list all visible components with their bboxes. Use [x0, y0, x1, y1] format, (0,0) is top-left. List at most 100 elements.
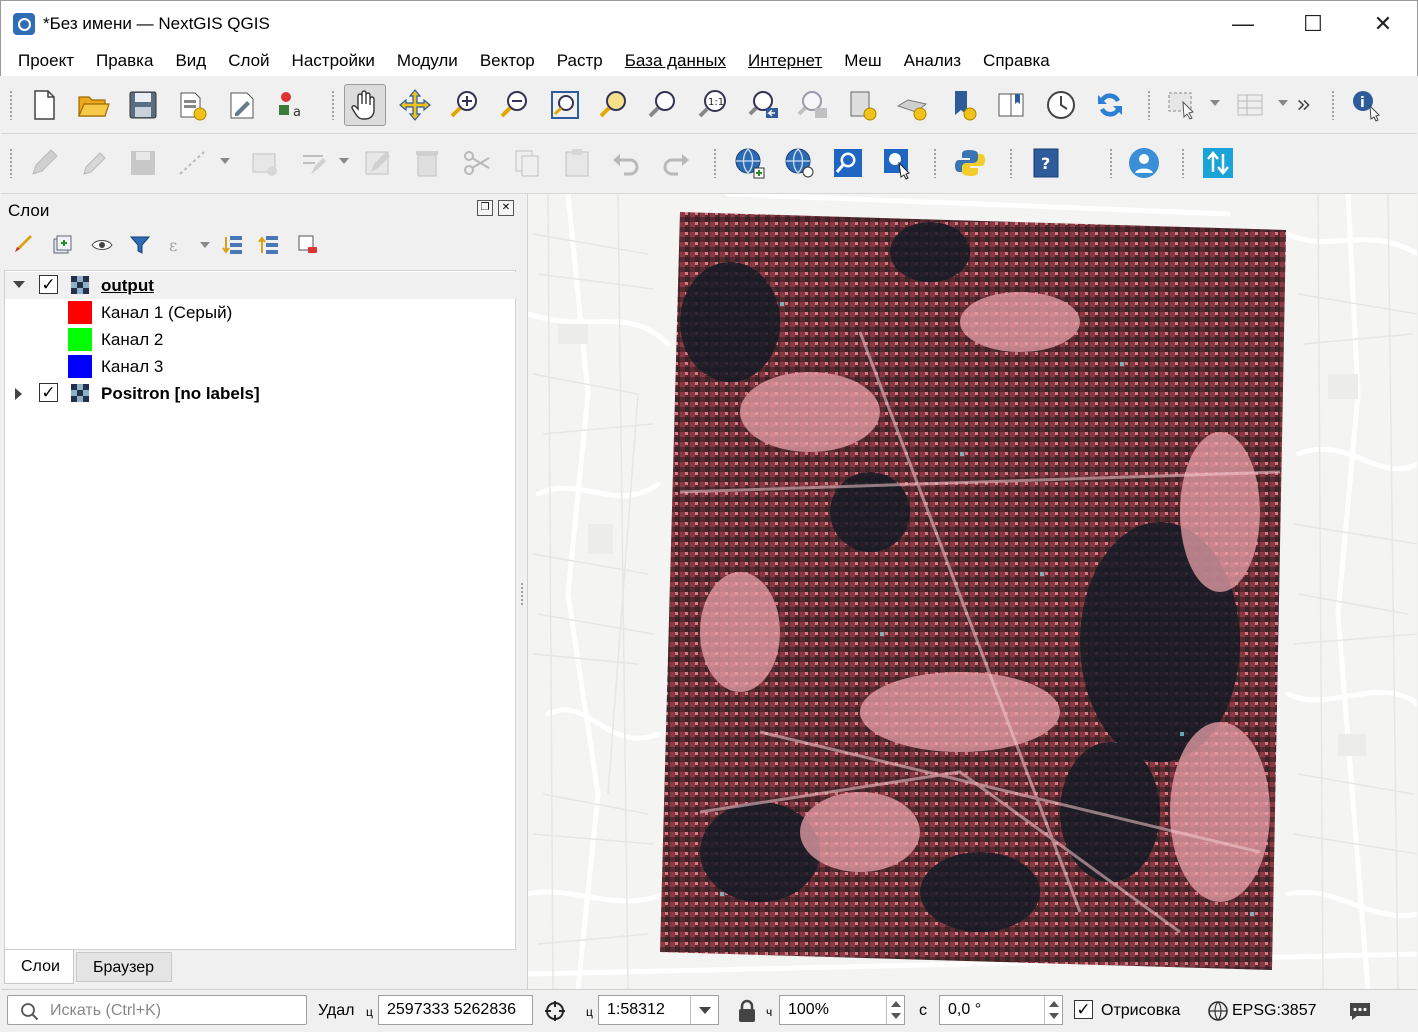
sync-updown-icon[interactable] [1197, 142, 1239, 184]
print-layout-icon[interactable] [221, 84, 263, 126]
maximize-button[interactable]: ☐ [1279, 1, 1347, 47]
collapse-arrow-icon[interactable] [13, 281, 25, 288]
menu-vector[interactable]: Вектор [469, 46, 546, 76]
tab-browser[interactable]: Браузер [76, 952, 172, 982]
quickmapservices-search-icon[interactable] [827, 142, 869, 184]
modify-attributes-icon[interactable] [293, 142, 335, 184]
expand-arrow-icon[interactable] [15, 388, 22, 400]
refresh-icon[interactable] [1089, 84, 1131, 126]
new-project-icon[interactable] [23, 84, 65, 126]
menu-help[interactable]: Справка [972, 46, 1061, 76]
save-edits-icon[interactable] [122, 142, 164, 184]
menu-project[interactable]: Проект [7, 46, 85, 76]
menu-analysis[interactable]: Анализ [893, 46, 972, 76]
new-bookmark-icon[interactable] [841, 84, 883, 126]
menu-settings[interactable]: Настройки [281, 46, 386, 76]
magnifier-spinbox[interactable]: 100% [779, 995, 905, 1025]
select-dropdown-arrow[interactable] [1210, 100, 1220, 106]
manage-map-themes-icon[interactable] [87, 230, 117, 260]
zoom-next-icon[interactable] [791, 84, 833, 126]
pan-hand-icon[interactable] [344, 84, 386, 126]
table-dropdown-arrow[interactable] [1278, 100, 1288, 106]
zoom-full-icon[interactable] [544, 84, 586, 126]
menu-mesh[interactable]: Меш [833, 46, 892, 76]
modify-dropdown-arrow[interactable] [339, 158, 349, 164]
zoom-to-layer-icon[interactable] [642, 84, 684, 126]
layer-visibility-checkbox[interactable]: ✓ [39, 275, 58, 294]
attribute-table-icon[interactable] [1229, 84, 1271, 126]
menu-web[interactable]: Интернет [737, 46, 833, 76]
rotation-spin-buttons[interactable] [1044, 996, 1062, 1024]
minimize-button[interactable]: — [1209, 1, 1277, 47]
python-console-icon[interactable] [949, 142, 991, 184]
toolbar-grip[interactable] [713, 148, 717, 178]
current-edits-icon[interactable] [23, 142, 65, 184]
digitize-line-icon[interactable] [171, 142, 213, 184]
collapse-all-icon[interactable] [255, 230, 285, 260]
locator-search-input[interactable]: Искать (Ctrl+K) [7, 995, 307, 1025]
zoom-native-icon[interactable]: 1:1 [692, 84, 734, 126]
paste-features-icon[interactable] [556, 142, 598, 184]
menu-edit[interactable]: Правка [85, 46, 164, 76]
bookmarks-book-icon[interactable] [990, 84, 1032, 126]
delete-selected-icon[interactable] [406, 142, 448, 184]
splitter-handle[interactable] [520, 582, 524, 606]
menu-view[interactable]: Вид [164, 46, 217, 76]
layer-row-output[interactable]: ✓ output [5, 272, 517, 299]
layer-row-positron[interactable]: ✓ Positron [no labels] [5, 380, 517, 407]
coordinate-field[interactable]: 2597333 5262836 [378, 995, 533, 1025]
filter-dropdown-arrow[interactable] [200, 242, 210, 248]
add-group-icon[interactable] [47, 230, 77, 260]
digitize-dropdown-arrow[interactable] [220, 158, 230, 164]
zoom-in-icon[interactable] [444, 84, 486, 126]
open-project-icon[interactable] [72, 84, 114, 126]
select-features-icon[interactable] [1161, 84, 1203, 126]
save-as-icon[interactable] [171, 84, 213, 126]
redo-icon[interactable] [655, 142, 697, 184]
style-manager-icon[interactable]: a [270, 84, 312, 126]
crs-label[interactable]: EPSG:3857 [1232, 1002, 1317, 1020]
filter-legend-icon[interactable] [125, 230, 155, 260]
remove-layer-icon[interactable] [293, 230, 323, 260]
toolbar-grip[interactable] [9, 90, 13, 120]
help-icon[interactable]: ? [1025, 142, 1067, 184]
zoom-to-selection-icon[interactable] [593, 84, 635, 126]
show-bookmarks-icon[interactable] [941, 84, 983, 126]
tab-layers[interactable]: Слои [4, 950, 74, 984]
layer-name[interactable]: Positron [no labels] [101, 384, 260, 404]
filter-expression-icon[interactable]: ε [163, 230, 193, 260]
scale-combo[interactable]: 1:58312 [598, 995, 719, 1025]
search-nextgis-layer-icon[interactable] [778, 142, 820, 184]
temporal-controller-icon[interactable] [1040, 84, 1082, 126]
toolbar-grip[interactable] [1109, 148, 1113, 178]
undo-icon[interactable] [605, 142, 647, 184]
spatial-bookmarks-icon[interactable] [891, 84, 933, 126]
scale-dropdown-arrow[interactable] [690, 996, 718, 1024]
zoom-out-icon[interactable] [494, 84, 536, 126]
layer-styling-icon[interactable] [9, 230, 39, 260]
map-canvas[interactable] [527, 194, 1417, 989]
panel-float-button[interactable]: ❐ [477, 200, 493, 216]
toolbar-grip[interactable] [1331, 90, 1335, 120]
toolbar-grip[interactable] [9, 148, 13, 178]
identify-features-icon[interactable]: i [1346, 84, 1388, 126]
pan-to-selection-icon[interactable] [394, 84, 436, 126]
layer-visibility-checkbox[interactable]: ✓ [39, 383, 58, 402]
save-project-icon[interactable] [122, 84, 164, 126]
edit-pencil-icon[interactable] [357, 142, 399, 184]
zoom-last-icon[interactable] [742, 84, 784, 126]
nextgis-account-icon[interactable] [1123, 142, 1165, 184]
panel-close-button[interactable]: ✕ [498, 200, 514, 216]
toolbar-grip[interactable] [933, 148, 937, 178]
identify-cursor-icon[interactable] [877, 142, 919, 184]
extents-toggle-icon[interactable] [542, 998, 568, 1024]
magnifier-spin-buttons[interactable] [886, 996, 904, 1024]
close-button[interactable]: ✕ [1349, 1, 1417, 47]
vertex-tool-icon[interactable] [244, 142, 286, 184]
toolbar-grip[interactable] [331, 90, 335, 120]
lock-scale-icon[interactable] [734, 998, 760, 1024]
toggle-editing-icon[interactable] [72, 142, 114, 184]
toolbar-grip[interactable] [1009, 148, 1013, 178]
menu-plugins[interactable]: Модули [386, 46, 469, 76]
rotation-spinbox[interactable]: 0,0 ° [939, 995, 1063, 1025]
